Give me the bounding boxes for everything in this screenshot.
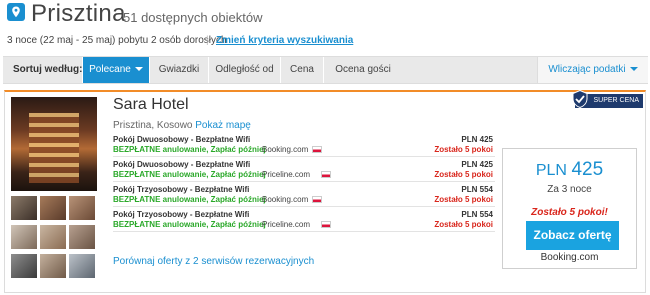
offer-row[interactable]: Pokój Dwuosobowy - Bezpłatne Wifi BEZPŁA… [113, 159, 495, 182]
rooms-left: Zostało 5 pokoi [434, 220, 493, 229]
show-map-link[interactable]: Pokaż mapę [195, 120, 251, 131]
location-text: Prisztina, Kosowo [113, 120, 193, 131]
poland-flag-icon [321, 171, 331, 178]
offer-source: Booking.com [540, 252, 599, 263]
offer-price: PLN 425 [461, 160, 493, 169]
room-name: Pokój Trzyosobowy - Bezpłatne Wifi [113, 210, 250, 219]
room-name: Pokój Trzyosobowy - Bezpłatne Wifi [113, 185, 250, 194]
separator: | [206, 35, 209, 46]
rooms-left-alert: Zostało 5 pokoi! [531, 207, 608, 218]
results-header: Prisztina 51 dostępnych obiektów 3 noce … [0, 0, 650, 60]
rooms-left: Zostało 5 pokoi [434, 170, 493, 179]
cancellation-info: BEZPŁATNE anulowanie, Zapłać później [113, 145, 266, 154]
price-amount: 425 [571, 159, 604, 180]
stay-guests: pobytu 2 osób dorosłych [115, 35, 227, 46]
rooms-left: Zostało 5 pokoi [434, 145, 493, 154]
hotel-card: Sara Hotel Prisztina, Kosowo Pokaż mapę … [4, 90, 646, 293]
price-currency: PLN [535, 162, 567, 179]
cancellation-info: BEZPŁATNE anulowanie, Zapłać później [113, 170, 266, 179]
cancellation-info: BEZPŁATNE anulowanie, Zapłać później [113, 220, 266, 229]
hotel-thumbnail[interactable] [11, 225, 37, 249]
provider-name: Booking.com [262, 195, 309, 204]
cancellation-info: BEZPŁATNE anulowanie, Zapłać później [113, 195, 266, 204]
provider-name: Priceline.com [262, 220, 311, 229]
chevron-down-icon [134, 67, 143, 72]
sort-tab-label: Polecane [89, 64, 131, 75]
sort-tab-stars[interactable]: Gwiazdki [149, 57, 208, 83]
change-criteria-link[interactable]: Zmień kryteria wyszukiwania [216, 35, 353, 46]
sort-label: Sortuj według: [13, 64, 83, 75]
offer-row[interactable]: Pokój Dwuosobowy - Bezpłatne Wifi BEZPŁA… [113, 134, 495, 157]
stay-details: 3 noce (22 maj - 25 maj) pobytu 2 osób d… [7, 35, 227, 46]
poland-flag-icon [312, 146, 322, 153]
stay-dates: 3 noce (22 maj - 25 maj) [7, 35, 116, 46]
sort-tab-price[interactable]: Cena [280, 57, 323, 83]
offer-price: PLN 554 [461, 185, 493, 194]
hotel-location: Prisztina, Kosowo Pokaż mapę [113, 120, 251, 131]
hotel-thumbnail[interactable] [11, 254, 37, 278]
rooms-left: Zostało 5 pokoi [434, 195, 493, 204]
results-count: 51 dostępnych obiektów [123, 10, 263, 25]
view-offer-button[interactable]: Zobacz ofertę [526, 221, 619, 250]
sort-tab-recommended[interactable]: Polecane [82, 57, 149, 83]
nights-label: Za 3 noce [547, 184, 592, 195]
hotel-thumbnail[interactable] [69, 254, 95, 278]
hotel-name[interactable]: Sara Hotel [113, 96, 189, 114]
checkmark-shield-icon [572, 90, 588, 108]
sort-bar: Sortuj według: Polecane Gwiazdki Odległo… [3, 56, 648, 84]
offer-price: PLN 425 [461, 135, 493, 144]
poland-flag-icon [321, 221, 331, 228]
tax-toggle[interactable]: Wliczając podatki [537, 57, 648, 83]
hotel-thumbnail[interactable] [40, 225, 66, 249]
offer-price: PLN 554 [461, 210, 493, 219]
best-price: PLN 425 [503, 159, 636, 181]
compare-offers-link[interactable]: Porównaj oferty z 2 serwisów rezerwacyjn… [113, 256, 314, 267]
hotel-thumbnail[interactable] [40, 196, 66, 220]
hotel-thumbnail[interactable] [40, 254, 66, 278]
offer-row[interactable]: Pokój Trzyosobowy - Bezpłatne Wifi BEZPŁ… [113, 209, 495, 232]
sort-tab-rating[interactable]: Ocena gości [323, 57, 402, 83]
tax-label: Wliczając podatki [548, 64, 626, 75]
page-title: Prisztina [31, 0, 126, 27]
provider-name: Booking.com [262, 145, 309, 154]
room-name: Pokój Dwuosobowy - Bezpłatne Wifi [113, 135, 251, 144]
hotel-thumbnail[interactable] [11, 196, 37, 220]
sort-tab-distance[interactable]: Odległość od [208, 57, 280, 83]
chevron-down-icon [629, 67, 638, 72]
hotel-thumbnail[interactable] [69, 196, 95, 220]
hotel-thumbnail[interactable] [69, 225, 95, 249]
hotel-main-photo[interactable] [11, 97, 97, 191]
poland-flag-icon [312, 196, 322, 203]
provider-name: Priceline.com [262, 170, 311, 179]
offer-row[interactable]: Pokój Trzyosobowy - Bezpłatne Wifi BEZPŁ… [113, 184, 495, 207]
price-box: PLN 425 Za 3 noce Zostało 5 pokoi! Zobac… [502, 148, 637, 269]
location-pin-icon [7, 3, 25, 21]
room-name: Pokój Dwuosobowy - Bezpłatne Wifi [113, 160, 251, 169]
